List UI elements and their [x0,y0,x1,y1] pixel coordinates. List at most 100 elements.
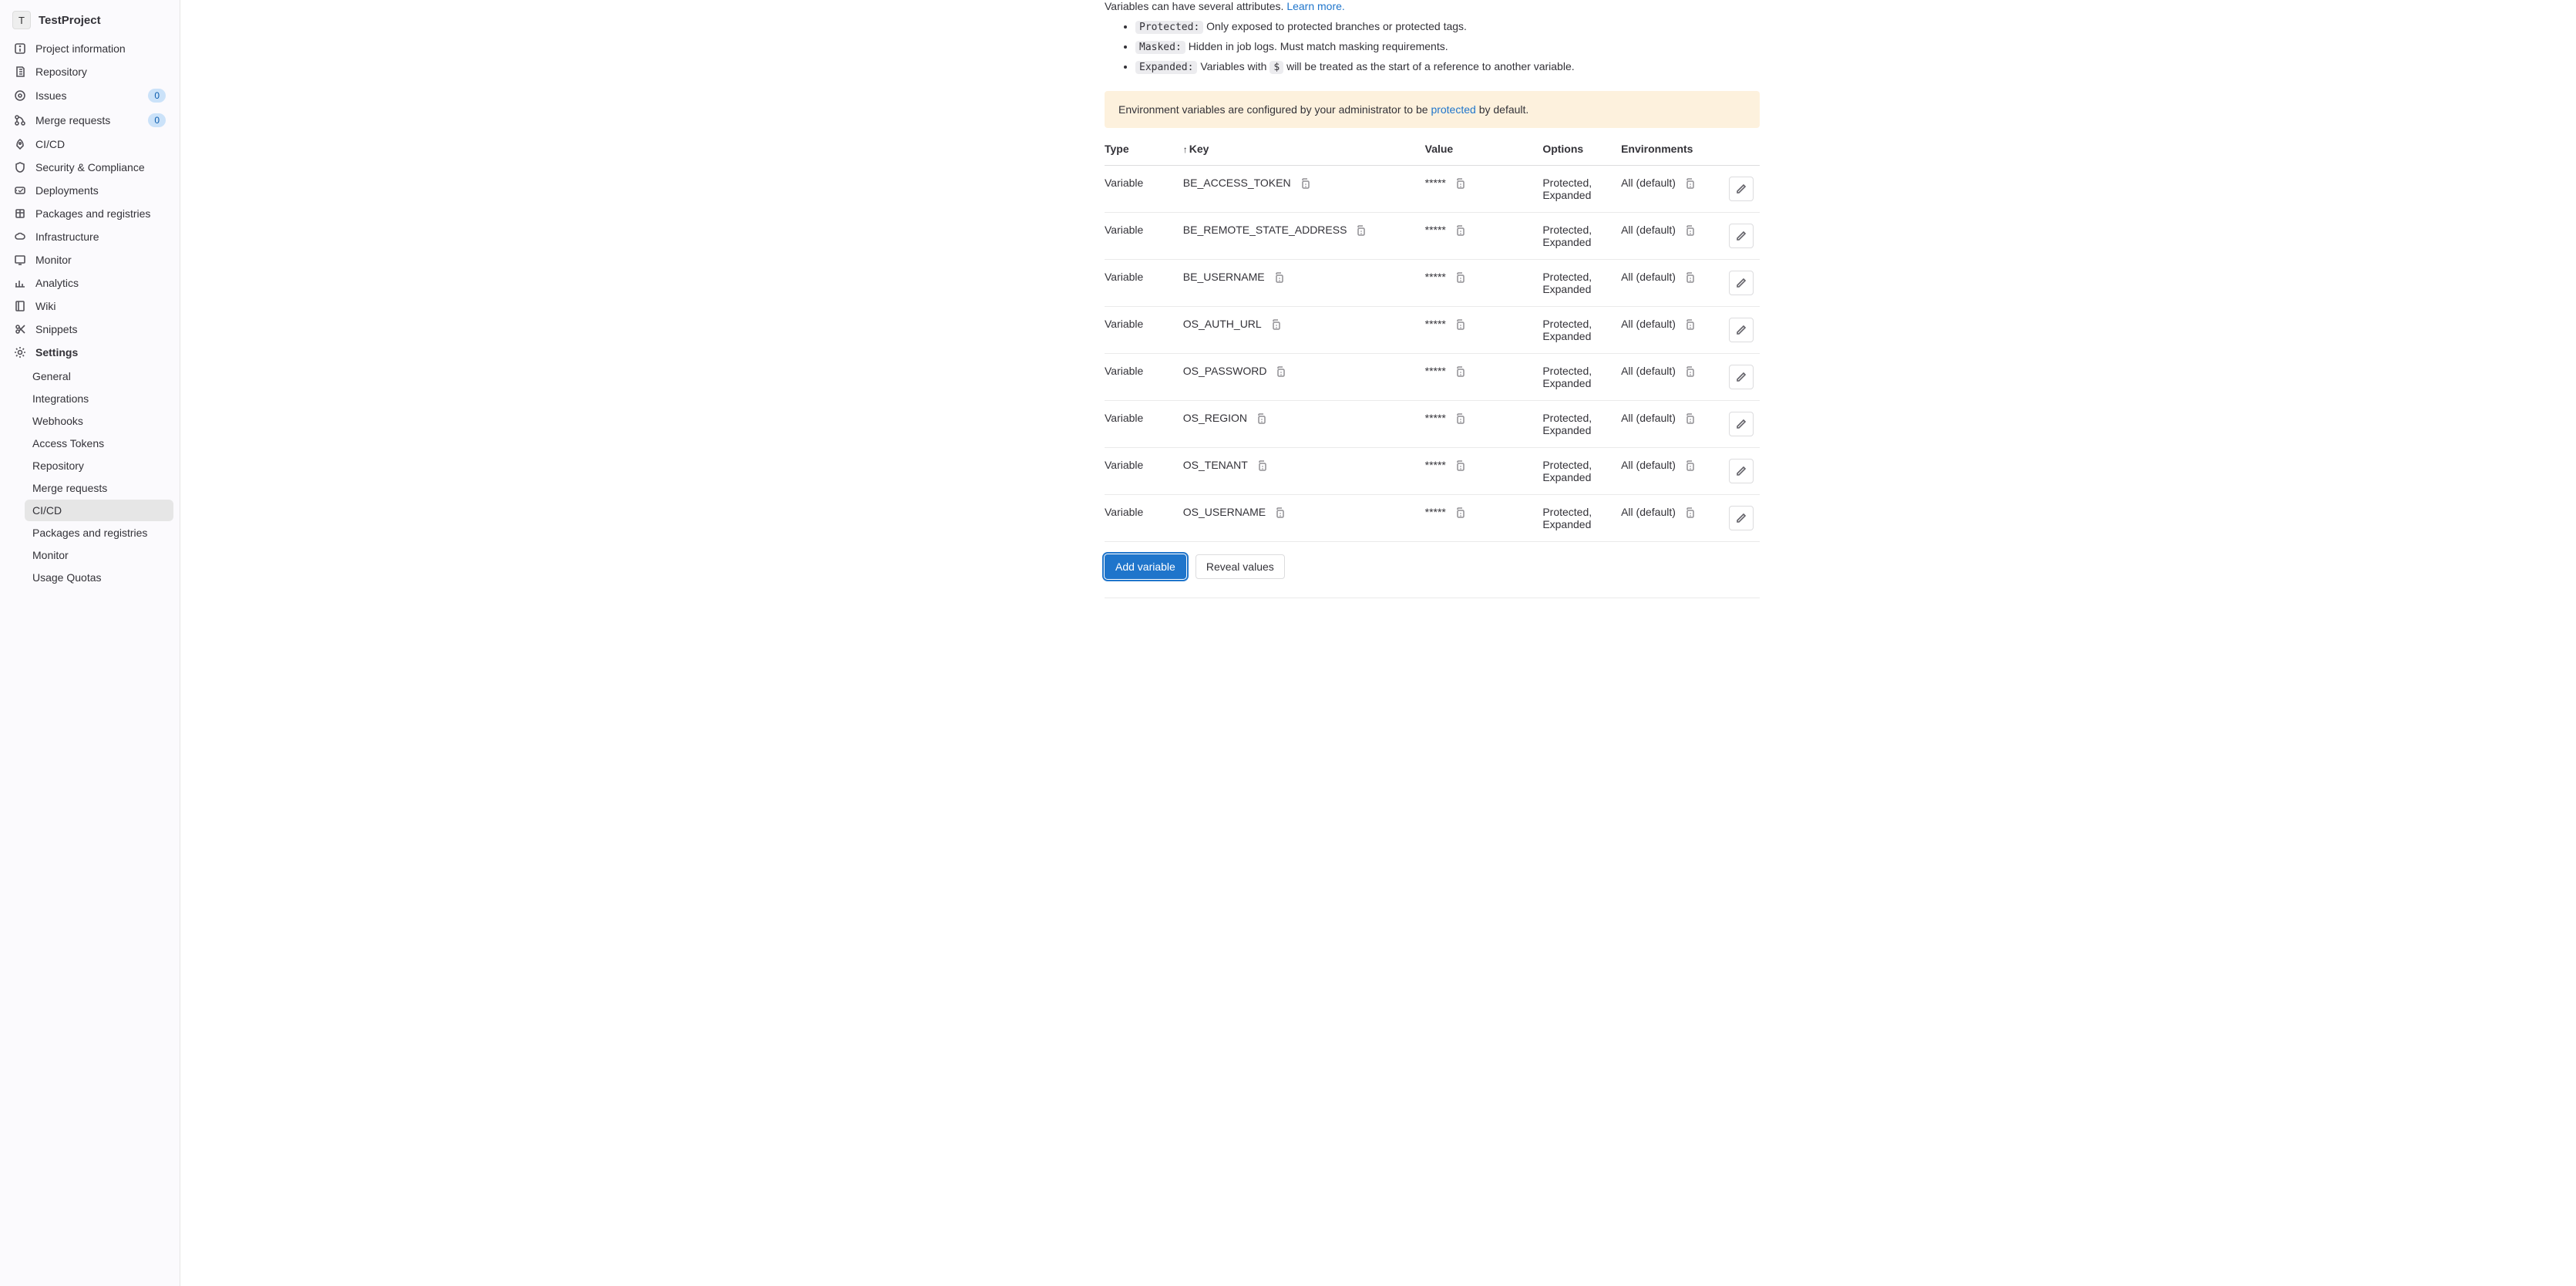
th-type[interactable]: Type [1105,133,1183,166]
edit-variable-button[interactable] [1729,177,1754,201]
copy-key-button[interactable] [1270,318,1282,331]
cell-options: Protected, Expanded [1542,259,1621,306]
code-chip: Expanded: [1135,61,1197,74]
copy-key-button[interactable] [1273,271,1285,284]
reveal-values-button[interactable]: Reveal values [1196,554,1285,579]
gear-icon [14,346,26,359]
cell-options: Protected, Expanded [1542,353,1621,400]
settings-sub-usage-quotas[interactable]: Usage Quotas [25,567,173,588]
settings-sub-ci-cd[interactable]: CI/CD [25,500,173,521]
sidebar-item-repository[interactable]: Repository [6,60,173,83]
cell-type: Variable [1105,494,1183,541]
th-options[interactable]: Options [1542,133,1621,166]
sidebar-item-analytics[interactable]: Analytics [6,271,173,295]
edit-variable-button[interactable] [1729,459,1754,483]
info-icon [14,42,26,55]
sidebar-item-label: CI/CD [35,138,166,150]
sidebar-item-settings[interactable]: Settings [6,341,173,364]
edit-variable-button[interactable] [1729,318,1754,342]
settings-sub-webhooks[interactable]: Webhooks [25,410,173,432]
copy-key-button[interactable] [1274,365,1286,378]
copy-env-button[interactable] [1683,318,1696,331]
main-content: Variables can have several attributes. L… [966,0,1791,1286]
edit-variable-button[interactable] [1729,412,1754,436]
cell-type: Variable [1105,165,1183,212]
settings-sub-packages-and-registries[interactable]: Packages and registries [25,522,173,544]
sidebar-item-label: Settings [35,346,166,359]
bullet-text: Only exposed to protected branches or pr… [1206,20,1467,32]
sidebar-item-project-information[interactable]: Project information [6,37,173,60]
sidebar-item-label: Infrastructure [35,231,166,243]
settings-sub-repository[interactable]: Repository [25,455,173,476]
copy-env-button[interactable] [1683,271,1696,284]
copy-value-button[interactable] [1454,507,1466,519]
copy-value-button[interactable] [1454,460,1466,472]
copy-key-button[interactable] [1354,224,1367,237]
copy-value-button[interactable] [1454,224,1466,237]
th-key[interactable]: ↑Key [1183,133,1425,166]
settings-sub-merge-requests[interactable]: Merge requests [25,477,173,499]
settings-sub-general[interactable]: General [25,365,173,387]
th-environments[interactable]: Environments [1621,133,1720,166]
notice-post: by default. [1476,103,1529,116]
sidebar-item-issues[interactable]: Issues 0 [6,83,173,108]
copy-key-button[interactable] [1299,177,1311,190]
sidebar-item-snippets[interactable]: Snippets [6,318,173,341]
sidebar-item-label: Deployments [35,184,166,197]
copy-env-button[interactable] [1683,177,1696,190]
sidebar-item-label: Packages and registries [35,207,166,220]
edit-variable-button[interactable] [1729,506,1754,530]
attribute-desc-list: Protected: Only exposed to protected bra… [1105,17,1760,77]
copy-env-button[interactable] [1683,365,1696,378]
edit-variable-button[interactable] [1729,224,1754,248]
cell-options: Protected, Expanded [1542,306,1621,353]
project-avatar: T [12,11,31,29]
copy-value-button[interactable] [1454,318,1466,331]
table-row: Variable BE_USERNAME ***** Protected, Ex… [1105,259,1760,306]
sidebar-item-infrastructure[interactable]: Infrastructure [6,225,173,248]
copy-env-button[interactable] [1683,460,1696,472]
sidebar-item-wiki[interactable]: Wiki [6,295,173,318]
sidebar-item-packages-and-registries[interactable]: Packages and registries [6,202,173,225]
cell-value: ***** [1425,459,1446,471]
package-icon [14,207,26,220]
analytics-icon [14,277,26,289]
settings-sub-monitor[interactable]: Monitor [25,544,173,566]
table-row: Variable BE_REMOTE_STATE_ADDRESS ***** P… [1105,212,1760,259]
sidebar-item-label: Monitor [35,254,166,266]
attribute-bullet: Expanded: Variables with $ will be treat… [1135,57,1760,77]
cell-key: BE_ACCESS_TOKEN [1183,177,1291,189]
cell-key: OS_AUTH_URL [1183,318,1262,330]
scissors-icon [14,323,26,335]
copy-env-button[interactable] [1683,412,1696,425]
settings-sub-access-tokens[interactable]: Access Tokens [25,433,173,454]
sidebar-item-security-compliance[interactable]: Security & Compliance [6,156,173,179]
cell-options: Protected, Expanded [1542,212,1621,259]
add-variable-button[interactable]: Add variable [1105,554,1186,579]
cell-options: Protected, Expanded [1542,494,1621,541]
copy-key-button[interactable] [1273,507,1286,519]
th-value[interactable]: Value [1425,133,1543,166]
protected-link[interactable]: protected [1431,103,1475,116]
learn-more-link[interactable]: Learn more. [1286,0,1344,12]
cell-key: OS_REGION [1183,412,1247,424]
copy-value-button[interactable] [1454,365,1466,378]
copy-value-button[interactable] [1454,412,1466,425]
copy-env-button[interactable] [1683,507,1696,519]
cell-env: All (default) [1621,224,1676,236]
cell-value: ***** [1425,365,1446,377]
sidebar-item-deployments[interactable]: Deployments [6,179,173,202]
copy-key-button[interactable] [1256,460,1268,472]
sidebar-item-merge-requests[interactable]: Merge requests 0 [6,108,173,133]
edit-variable-button[interactable] [1729,365,1754,389]
edit-variable-button[interactable] [1729,271,1754,295]
copy-env-button[interactable] [1683,224,1696,237]
copy-key-button[interactable] [1255,412,1267,425]
sidebar-item-ci-cd[interactable]: CI/CD [6,133,173,156]
copy-value-button[interactable] [1454,271,1466,284]
sidebar-item-monitor[interactable]: Monitor [6,248,173,271]
table-row: Variable OS_USERNAME ***** Protected, Ex… [1105,494,1760,541]
project-header[interactable]: T TestProject [6,6,173,34]
copy-value-button[interactable] [1454,177,1466,190]
settings-sub-integrations[interactable]: Integrations [25,388,173,409]
